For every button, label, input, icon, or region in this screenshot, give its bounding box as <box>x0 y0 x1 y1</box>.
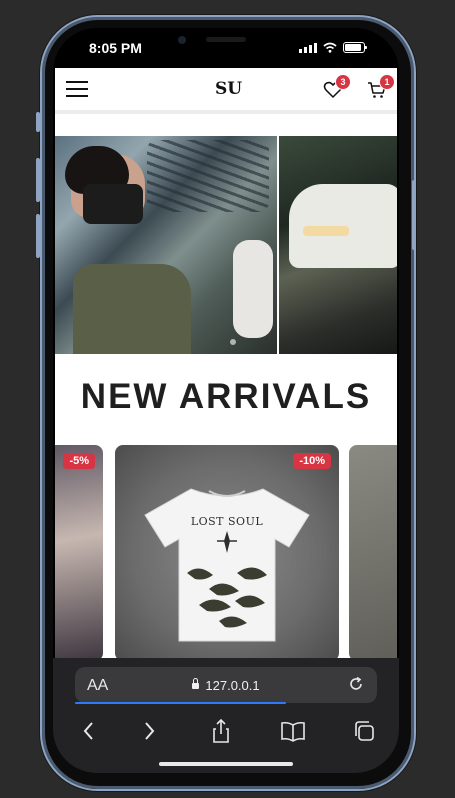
car-headlight <box>303 226 349 236</box>
tshirt-image <box>144 488 310 642</box>
wishlist-button[interactable]: 3 <box>323 74 351 100</box>
speaker-grille <box>206 37 246 42</box>
signal-icon <box>299 42 317 53</box>
bookmarks-icon[interactable] <box>279 718 307 744</box>
model-top <box>83 184 143 224</box>
status-bar: 8:05 PM <box>53 28 399 68</box>
toilet-prop <box>233 240 273 338</box>
forward-icon[interactable] <box>135 718 163 744</box>
tabs-icon[interactable] <box>351 718 379 744</box>
lock-icon <box>192 678 200 689</box>
slider-dot[interactable] <box>230 339 236 345</box>
web-page[interactable]: SU 3 1 NEW ARRIVALS -5% LOST SOUL -10% <box>55 68 397 658</box>
screen: 8:05 PM SU 3 1 NEW ARRIVALS -5% LOST SOU… <box>53 28 399 773</box>
cart-button[interactable]: 1 <box>367 74 395 100</box>
mute-switch <box>36 112 40 132</box>
shirt-print-text: LOST SOUL <box>190 515 264 528</box>
battery-icon <box>343 42 367 53</box>
product-carousel[interactable]: -5% LOST SOUL -10% <box>55 445 397 658</box>
hero-slide-image-next[interactable] <box>279 136 397 354</box>
cart-count-badge: 1 <box>379 74 395 90</box>
browser-toolbar: AA 127.0.0.1 <box>53 658 399 773</box>
hero-slide-image[interactable] <box>55 136 277 354</box>
power-button <box>412 180 416 250</box>
hero-slider[interactable] <box>55 136 397 354</box>
model-pants <box>73 264 191 354</box>
home-indicator <box>159 762 293 766</box>
reload-icon[interactable] <box>347 675 365 693</box>
product-card[interactable] <box>349 445 397 658</box>
header-divider <box>55 110 397 114</box>
product-card[interactable]: LOST SOUL -10% <box>115 445 339 658</box>
menu-icon[interactable] <box>66 81 88 97</box>
page-load-progress <box>75 702 377 704</box>
discount-badge: -10% <box>293 453 331 469</box>
url-text: 127.0.0.1 <box>205 678 260 693</box>
site-logo[interactable]: SU <box>215 79 242 99</box>
camera-icon <box>178 36 186 44</box>
address-bar[interactable]: AA 127.0.0.1 <box>75 667 377 703</box>
status-icons <box>299 42 367 53</box>
back-icon[interactable] <box>75 718 103 744</box>
wishlist-count-badge: 3 <box>335 74 351 90</box>
status-time: 8:05 PM <box>89 40 142 56</box>
share-icon[interactable] <box>207 718 235 744</box>
wifi-icon <box>323 42 337 53</box>
discount-badge: -5% <box>63 453 95 469</box>
section-title: NEW ARRIVALS <box>80 377 372 416</box>
url-display[interactable]: 127.0.0.1 <box>75 678 377 693</box>
notch <box>162 28 290 58</box>
progress-fill <box>75 702 287 704</box>
graffiti-wall <box>147 140 269 212</box>
volume-up-button <box>36 158 40 202</box>
site-header: SU 3 1 <box>55 68 397 110</box>
product-card[interactable]: -5% <box>55 445 103 658</box>
volume-down-button <box>36 214 40 258</box>
